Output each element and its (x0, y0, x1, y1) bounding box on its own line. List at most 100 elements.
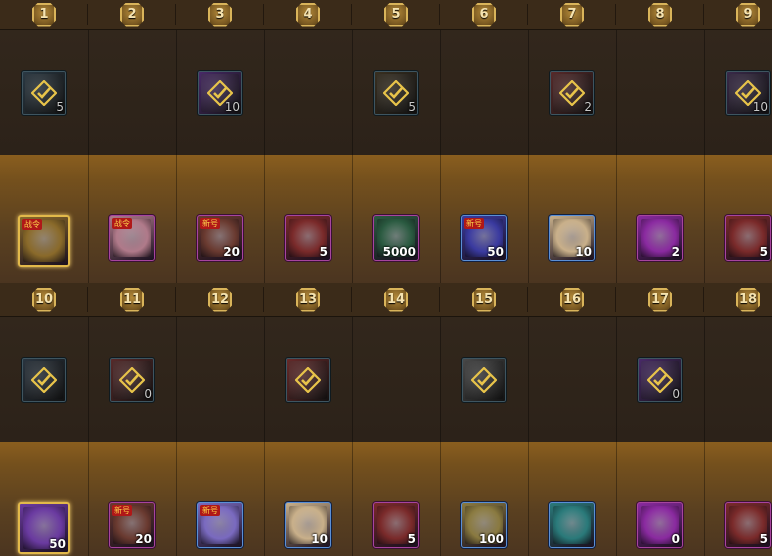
reward-quantity: 100 (478, 532, 504, 546)
claimed-check-icon (294, 365, 322, 394)
reward-quantity: 10 (311, 532, 328, 546)
reward-quantity: 5 (759, 532, 768, 546)
column-divider (264, 30, 265, 155)
premium-reward-slot[interactable]: 5 (725, 215, 771, 261)
level-cell: 15 (440, 283, 528, 316)
level-cell: 14 (352, 283, 440, 316)
level-cell: 5 (352, 0, 440, 29)
column-divider (704, 317, 705, 442)
bottom-free-track: 00 (0, 317, 772, 442)
reward-quantity: 5 (319, 245, 328, 259)
free-reward-slot[interactable]: 10 (197, 69, 243, 116)
column-divider (352, 155, 353, 283)
column-divider (528, 442, 529, 556)
reward-quantity: 20 (223, 245, 240, 259)
premium-reward-slot[interactable]: 5 (285, 215, 331, 261)
column-divider (440, 442, 441, 556)
free-reward-slot[interactable]: 0 (637, 356, 683, 403)
premium-reward-slot[interactable]: 新号 20 (109, 502, 155, 548)
reward-quantity: 20 (135, 532, 152, 546)
level-cell: 1 (0, 0, 88, 29)
premium-reward-slot[interactable]: 新号 (197, 502, 243, 548)
premium-reward-slot[interactable]: 0 (637, 502, 683, 548)
reward-quantity: 5 (407, 532, 416, 546)
reward-quantity: 10 (575, 245, 592, 259)
reward-quantity: 5 (408, 99, 416, 114)
column-divider (528, 317, 529, 442)
column-divider (264, 155, 265, 283)
premium-reward-slot[interactable]: 5000 (373, 215, 419, 261)
claimed-check-icon (382, 78, 410, 107)
column-divider (440, 30, 441, 155)
premium-reward-slot[interactable]: 战令 (109, 215, 155, 261)
reward-quantity: 5 (759, 245, 768, 259)
premium-reward-slot[interactable]: 5 (725, 502, 771, 548)
top-premium-track: 战令 战令 新号 20 5 5000 新号 50 10 2 5 (0, 155, 772, 283)
premium-reward-slot[interactable]: 10 (285, 502, 331, 548)
free-reward-slot[interactable]: 5 (21, 69, 67, 116)
level-badge: 8 (648, 2, 672, 27)
claimed-check-icon (118, 365, 146, 394)
claimed-check-icon (470, 365, 498, 394)
level-badge: 16 (560, 287, 584, 312)
level-badge: 10 (32, 287, 56, 312)
level-cell: 4 (264, 0, 352, 29)
level-cell: 3 (176, 0, 264, 29)
column-divider (616, 317, 617, 442)
level-cell: 13 (264, 283, 352, 316)
level-badge: 1 (32, 2, 56, 27)
column-divider (264, 317, 265, 442)
premium-reward-slot[interactable]: 2 (637, 215, 683, 261)
free-reward-slot[interactable] (285, 356, 331, 403)
column-divider (352, 30, 353, 155)
column-divider (616, 30, 617, 155)
bronze-coin-icon (553, 506, 591, 544)
premium-reward-slot[interactable]: 10 (549, 215, 595, 261)
reward-quantity: 50 (49, 537, 66, 551)
premium-reward-slot[interactable]: 100 (461, 502, 507, 548)
claimed-check-icon (30, 365, 58, 394)
level-badge: 13 (296, 287, 320, 312)
level-badge: 11 (120, 287, 144, 312)
column-divider (704, 30, 705, 155)
claimed-check-icon (30, 78, 58, 107)
free-reward-slot[interactable]: 0 (109, 356, 155, 403)
column-divider (352, 442, 353, 556)
reward-quantity: 0 (671, 532, 680, 546)
premium-reward-slot[interactable]: 战令 (18, 215, 70, 267)
column-divider (88, 442, 89, 556)
reward-quantity: 10 (752, 99, 768, 114)
level-badge: 5 (384, 2, 408, 27)
column-divider (352, 317, 353, 442)
level-cell: 2 (88, 0, 176, 29)
reward-quantity: 5 (56, 99, 64, 114)
premium-reward-slot[interactable] (549, 502, 595, 548)
level-badge: 9 (736, 2, 760, 27)
free-reward-slot[interactable] (21, 356, 67, 403)
event-ribbon-badge: 新号 (200, 505, 220, 516)
claimed-check-icon (558, 78, 586, 107)
level-badge: 15 (472, 287, 496, 312)
top-free-track: 5 10 5 2 10 (0, 30, 772, 155)
premium-reward-slot[interactable]: 5 (373, 502, 419, 548)
level-cell: 8 (616, 0, 704, 29)
column-divider (704, 155, 705, 283)
free-reward-slot[interactable] (461, 356, 507, 403)
free-reward-slot[interactable]: 5 (373, 69, 419, 116)
level-badge: 3 (208, 2, 232, 27)
premium-reward-slot[interactable]: 50 (18, 502, 70, 554)
column-divider (616, 155, 617, 283)
column-divider (440, 317, 441, 442)
top-level-header: 1 2 3 4 5 6 7 8 9 (0, 0, 772, 30)
event-ribbon-badge: 新号 (464, 218, 484, 229)
reward-quantity: 2 (584, 99, 592, 114)
free-reward-slot[interactable]: 2 (549, 69, 595, 116)
free-reward-slot[interactable]: 10 (725, 69, 771, 116)
column-divider (440, 155, 441, 283)
column-divider (704, 442, 705, 556)
level-badge: 12 (208, 287, 232, 312)
column-divider (616, 442, 617, 556)
premium-reward-slot[interactable]: 新号 20 (197, 215, 243, 261)
premium-reward-slot[interactable]: 新号 50 (461, 215, 507, 261)
column-divider (176, 155, 177, 283)
